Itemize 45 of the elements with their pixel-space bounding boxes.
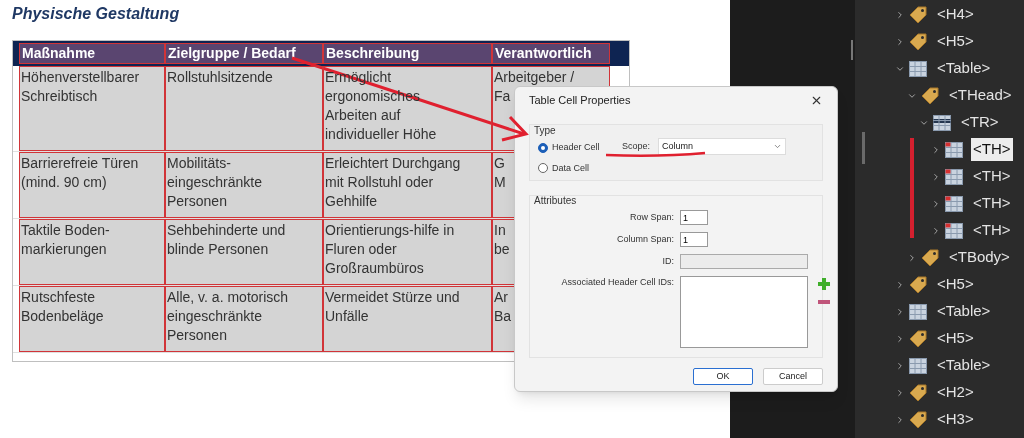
tree-item[interactable]: <Table>	[935, 354, 993, 377]
table-cell: Rollstuhlsitzende	[165, 66, 323, 151]
table-cell: Orientierungs-hilfe in Fluren oder Großraumbüros	[323, 219, 492, 285]
field-label: Column Span:	[615, 232, 674, 246]
tree-item[interactable]: <TH>	[971, 138, 1013, 161]
field-label: Row Span:	[628, 210, 674, 224]
group-label: Attributes	[534, 194, 577, 208]
table-cell: Vermeidet Stürze und Unfälle	[323, 286, 492, 352]
scope-label: Scope:	[622, 139, 651, 153]
group-label: Type	[534, 124, 556, 138]
table-cell: Barrierefreie Türen (mind. 90 cm)	[19, 152, 165, 218]
tree-item[interactable]: <THead>	[947, 84, 1014, 107]
table-cell: Rutschfeste Bodenbeläge	[19, 286, 165, 352]
tree-item[interactable]: <H5>	[935, 30, 976, 53]
table-cell: Taktile Boden-markierungen	[19, 219, 165, 285]
tree-item[interactable]: <TH>	[971, 165, 1013, 188]
row-span-field[interactable]: 1	[680, 210, 708, 225]
dialog-button[interactable]: Cancel	[763, 368, 823, 385]
tree-item[interactable]: <H2>	[935, 381, 976, 404]
table-cell: Mobilitäts-eingeschränkte Personen	[165, 152, 323, 218]
table-header-cell: Verantwortlich	[492, 43, 610, 64]
tree-item[interactable]: <TR>	[959, 111, 1001, 134]
tree-item[interactable]: <H5>	[935, 327, 976, 350]
table-header-cell: Zielgruppe / Bedarf	[165, 43, 323, 64]
radio-label: Header Cell	[552, 141, 600, 154]
table-cell: Sehbehinderte und blinde Personen	[165, 219, 323, 285]
column-span-field[interactable]: 1	[680, 232, 708, 247]
scope-dropdown[interactable]: Column	[658, 138, 787, 155]
tree-item[interactable]: <TH>	[971, 192, 1013, 215]
tree-item[interactable]: <H3>	[935, 408, 976, 431]
tree-item[interactable]: <Table>	[935, 57, 993, 80]
tree-item[interactable]: <Table>	[935, 300, 993, 323]
table-cell: Alle, v. a. motorisch eingeschränkte Personen	[165, 286, 323, 352]
tree-item[interactable]: <H4>	[935, 3, 976, 26]
dialog-button[interactable]: OK	[693, 368, 753, 385]
section-heading: Physische Gestaltung	[12, 4, 181, 24]
radio-label: Data Cell	[552, 161, 589, 175]
table-header-cell: Beschreibung	[323, 43, 492, 64]
table-header-cell: Maßnahme	[19, 43, 165, 64]
field-label: ID:	[661, 254, 674, 268]
tree-item[interactable]: <TBody>	[947, 246, 1012, 269]
table-cell: Höhenverstellbarer Schreibtisch	[19, 66, 165, 151]
tree-item[interactable]: <H5>	[935, 273, 976, 296]
tree-item[interactable]: <TH>	[971, 219, 1013, 242]
table-cell: Erleichtert Durchgang mit Rollstuhl oder Gehhilfe	[323, 152, 492, 218]
